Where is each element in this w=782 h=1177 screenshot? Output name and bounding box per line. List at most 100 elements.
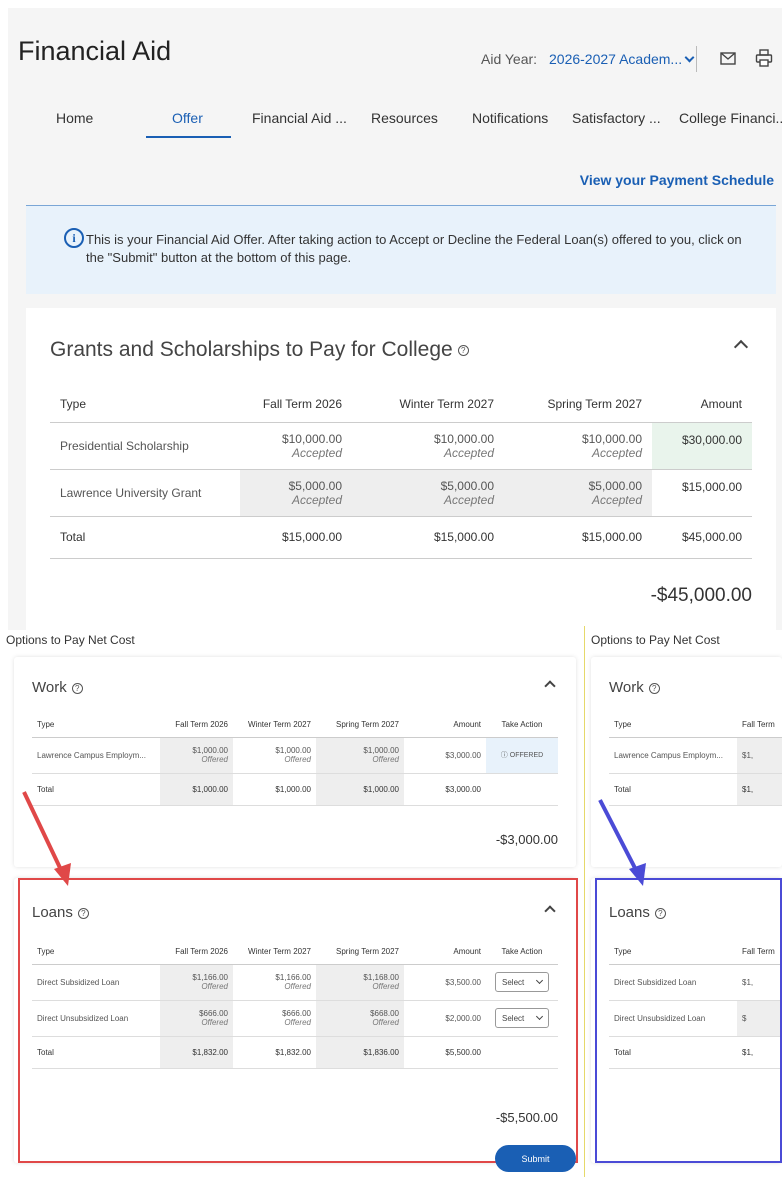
help-icon[interactable]: ? [648,682,660,694]
chevron-down-icon [684,52,695,62]
table-row: Lawrence Campus Employm... $1, [609,737,782,774]
cell-fall: $10,000.00 Accepted [240,422,352,470]
cell-value: $5,000.00 [588,478,642,493]
total-spring: $15,000.00 [504,516,652,559]
cell-fall: $1, [737,737,782,774]
cell-value: $10,000.00 [281,431,342,446]
work-net-total: -$3,000.00 [495,832,558,847]
cell-value: $10,000.00 [581,431,642,446]
col-type: Type [32,713,160,738]
active-tab-indicator [146,136,231,138]
offered-status-chip[interactable]: ⓘ OFFERED [486,737,558,774]
work-title-right: Work? [609,679,660,696]
header-divider [696,46,697,72]
work-title: Work? [32,679,83,696]
help-icon[interactable]: ? [457,344,469,356]
total-winter: $1,000.00 [233,773,316,806]
tab-notifications[interactable]: Notifications [472,110,548,126]
cell-spring: $1,000.00 Offered [316,737,404,774]
highlight-box-blue [595,878,782,1163]
cell-winter: $1,000.00 Offered [233,737,316,774]
offered-label: OFFERED [509,752,544,759]
cell-fall: $1,000.00 Offered [160,737,233,774]
info-banner: i This is your Financial Aid Offer. Afte… [26,206,776,294]
cell-value: $1,000.00 [363,746,399,755]
work-title-text: Work [609,679,644,696]
cell-amount: $3,000.00 [404,737,486,774]
tab-offer[interactable]: Offer [172,110,203,126]
grants-table: Type Fall Term 2026 Winter Term 2027 Spr… [50,386,752,559]
cell-winter: $5,000.00 Accepted [352,469,504,517]
table-row: Lawrence University Grant $5,000.00 Accep… [50,469,752,517]
cell-value: $10,000.00 [433,431,494,446]
total-action-empty [486,773,558,806]
options-label-right: Options to Pay Net Cost [591,633,720,647]
options-label-left: Options to Pay Net Cost [6,633,135,647]
help-icon[interactable]: ? [71,682,83,694]
cell-value: $1,000.00 [275,746,311,755]
tab-satisfactory[interactable]: Satisfactory ... [572,110,661,126]
cell-status: Accepted [291,492,342,507]
total-fall: $15,000.00 [240,516,352,559]
col-amount: Amount [404,713,486,738]
row-type: Presidential Scholarship [50,422,240,470]
cell-status: Offered [284,755,311,764]
cell-spring: $5,000.00 Accepted [504,469,652,517]
screenshot-divider [584,626,585,1177]
total-fall: $1, [737,773,782,806]
collapse-icon[interactable] [733,339,749,355]
nav-tabs: Home Offer Financial Aid ... Resources N… [18,100,782,140]
col-winter: Winter Term 2027 [352,386,504,423]
highlight-box-red [18,878,578,1163]
tab-resources[interactable]: Resources [371,110,438,126]
col-spring: Spring Term 2027 [316,713,404,738]
work-panel: Work? Type Fall Term 2026 Winter Term 20… [14,657,576,867]
total-amount: $45,000.00 [652,516,752,559]
cell-spring: $10,000.00 Accepted [504,422,652,470]
tab-home[interactable]: Home [56,110,93,126]
col-fall: Fall Term 2026 [160,713,233,738]
col-type: Type [50,386,240,423]
table-header-row: Type Fall Term 2026 Winter Term 2027 Spr… [32,713,558,738]
col-winter: Winter Term 2027 [233,713,316,738]
mail-icon[interactable] [718,48,738,68]
col-action: Take Action [486,713,558,738]
cell-status: Accepted [591,445,642,460]
cell-amount: $30,000.00 [652,422,752,470]
total-amount: $3,000.00 [404,773,486,806]
col-type: Type [609,713,737,738]
submit-button[interactable]: Submit [495,1145,576,1172]
cell-status: Accepted [443,445,494,460]
col-fall: Fall Term [737,713,782,738]
work-table: Type Fall Term 2026 Winter Term 2027 Spr… [32,713,558,806]
page-title: Financial Aid [18,36,172,66]
table-header-row: Type Fall Term [609,713,782,738]
aid-year-select[interactable]: 2026-2027 Academ... [543,45,699,73]
payment-schedule-link[interactable]: View your Payment Schedule [580,172,774,188]
cell-status: Accepted [443,492,494,507]
table-row: Presidential Scholarship $10,000.00 Accep… [50,422,752,470]
cell-status: Offered [372,755,399,764]
grants-title-text: Grants and Scholarships to Pay for Colle… [50,338,453,361]
grants-card: Grants and Scholarships to Pay for Colle… [26,308,776,630]
print-icon[interactable] [754,48,774,68]
cell-value: $5,000.00 [440,478,494,493]
total-label: Total [32,773,160,806]
work-title-text: Work [32,679,67,696]
cell-amount: $15,000.00 [652,469,752,517]
table-row: Lawrence Campus Employm... $1,000.00 Offe… [32,737,558,774]
collapse-icon[interactable] [544,680,556,692]
total-spring: $1,000.00 [316,773,404,806]
total-fall: $1,000.00 [160,773,233,806]
total-row: Total $15,000.00 $15,000.00 $15,000.00 $… [50,516,752,559]
work-table-right: Type Fall Term Lawrence Campus Employm..… [609,713,782,806]
total-label: Total [609,773,737,806]
row-type: Lawrence Campus Employm... [32,737,160,774]
tab-financial-aid[interactable]: Financial Aid ... [252,110,347,126]
tab-college-financing[interactable]: College Financi... [679,110,782,126]
cell-fall: $5,000.00 Accepted [240,469,352,517]
total-row: Total $1,000.00 $1,000.00 $1,000.00 $3,0… [32,773,558,806]
row-type: Lawrence University Grant [50,469,240,517]
col-fall: Fall Term 2026 [240,386,352,423]
table-header-row: Type Fall Term 2026 Winter Term 2027 Spr… [50,386,752,423]
